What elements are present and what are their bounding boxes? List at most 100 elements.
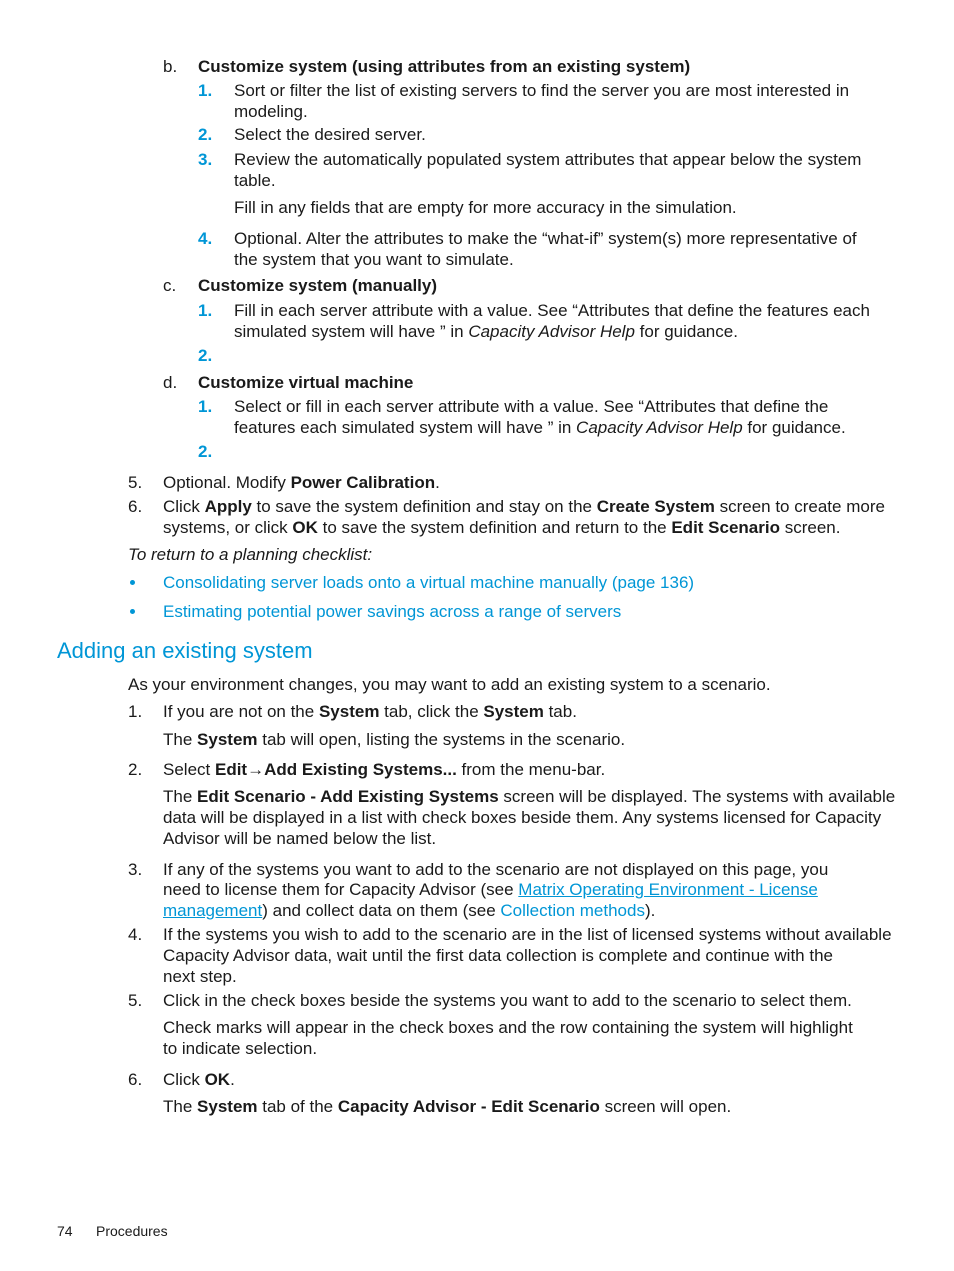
text-run: tab, click the: [379, 702, 484, 721]
step-number: 2.: [198, 346, 213, 365]
license-management-link-cont[interactable]: management: [163, 901, 262, 920]
section-intro: As your environment changes, you may wan…: [128, 675, 771, 694]
step-note: Fill in any fields that are empty for mo…: [234, 198, 737, 217]
text-run: Optional. Modify: [163, 473, 291, 492]
step-note: The System tab of the Capacity Advisor -…: [163, 1096, 731, 1117]
ui-term: System: [197, 730, 258, 749]
ui-term: System: [318, 702, 380, 721]
step-text: Review the automatically populated syste…: [234, 150, 862, 169]
step-text: systems, or click OK to save the system …: [163, 517, 840, 538]
step-text: modeling.: [234, 102, 308, 121]
footer-section: Procedures: [96, 1223, 168, 1239]
text-run: .: [230, 1070, 235, 1089]
substep-b-title: Customize system (using attributes from …: [198, 56, 690, 77]
help-reference: Capacity Advisor Help: [468, 322, 635, 341]
substep-d-title: Customize virtual machine: [198, 372, 413, 393]
checklist-link-item: Estimating potential power savings acros…: [163, 601, 621, 622]
text-run: The: [163, 1097, 198, 1116]
step-number: 3.: [128, 860, 143, 879]
text-run: screen to create more: [714, 497, 885, 516]
text-run: Click: [163, 1070, 205, 1089]
arrow-icon: →: [247, 760, 265, 779]
step-text: Click Apply to save the system definitio…: [163, 496, 885, 517]
help-reference: Capacity Advisor Help: [576, 418, 743, 437]
step-text: Click OK.: [163, 1069, 235, 1090]
step-text: the system that you want to simulate.: [234, 250, 514, 269]
ui-term: Create System: [596, 497, 715, 516]
substep-b-marker: b.: [163, 57, 178, 76]
step-text: If any of the systems you want to add to…: [163, 860, 829, 879]
ui-term: Power Calibration: [290, 473, 436, 492]
text-run: ).: [644, 901, 656, 920]
text-run: systems, or click: [163, 518, 293, 537]
step-number: 2.: [128, 760, 143, 779]
text-run: screen will be displayed. The systems wi…: [498, 787, 896, 806]
ui-term: OK: [292, 518, 318, 537]
text-run: to save the system definition and return…: [317, 518, 672, 537]
text-run: tab will open, listing the systems in th…: [257, 730, 626, 749]
checklist-link-power-savings[interactable]: Estimating potential power savings acros…: [163, 602, 621, 621]
text-run: The: [163, 787, 198, 806]
bullet-icon: [130, 580, 135, 585]
step-note: to indicate selection.: [163, 1039, 318, 1058]
license-management-link[interactable]: Matrix Operating Environment - License: [518, 880, 818, 899]
ui-term: Add Existing Systems...: [264, 760, 457, 779]
step-text: Capacity Advisor data, wait until the fi…: [163, 946, 833, 965]
step-text: Optional. Modify Power Calibration.: [163, 472, 440, 493]
ui-term: Edit: [214, 760, 248, 779]
text-run: screen will open.: [599, 1097, 732, 1116]
step-text: Optional. Alter the attributes to make t…: [234, 229, 857, 248]
checklist-link-consolidating[interactable]: Consolidating server loads onto a virtua…: [163, 573, 694, 592]
page-number: 74: [57, 1223, 73, 1239]
ui-term: Capacity Advisor - Edit Scenario: [337, 1097, 600, 1116]
return-label-text: To return to a planning checklist:: [128, 545, 373, 564]
step-text: Click in the check boxes beside the syst…: [163, 991, 852, 1010]
step-text: Fill in each server attribute with a val…: [234, 301, 870, 320]
step-number: 4.: [198, 229, 213, 248]
text-run: If you are not on the: [163, 702, 319, 721]
substep-c-title: Customize system (manually): [198, 275, 437, 296]
text-run: for guidance.: [742, 418, 846, 437]
collection-methods-link[interactable]: Collection methods: [500, 901, 645, 920]
step-number: 1.: [198, 301, 213, 320]
text-run: Select: [163, 760, 215, 779]
step-text: Select the desired server.: [234, 125, 426, 144]
bullet-icon: [130, 609, 135, 614]
step-text: If the systems you wish to add to the sc…: [163, 925, 892, 944]
return-label: To return to a planning checklist:: [128, 544, 372, 565]
substep-b-title-text: Customize system (using attributes from …: [198, 57, 691, 76]
text-run: from the menu-bar.: [456, 760, 606, 779]
substep-c-marker: c.: [163, 276, 177, 295]
substep-d-marker: d.: [163, 373, 178, 392]
step-text: management) and collect data on them (se…: [163, 900, 655, 921]
checklist-link-item: Consolidating server loads onto a virtua…: [163, 572, 694, 593]
step-note: Advisor will be named below the list.: [163, 829, 437, 848]
text-run: The: [163, 730, 198, 749]
text-run: ) and collect data on them (see: [262, 901, 501, 920]
step-text: Sort or filter the list of existing serv…: [234, 81, 850, 100]
ui-term: Apply: [204, 497, 252, 516]
text-run: for guidance.: [634, 322, 738, 341]
step-number: 2.: [198, 442, 213, 461]
step-number: 5.: [128, 473, 143, 492]
step-text: Select Edit→Add Existing Systems... from…: [163, 759, 605, 780]
text-run: features each simulated system will have…: [234, 418, 577, 437]
step-note: The Edit Scenario - Add Existing Systems…: [163, 786, 895, 807]
step-number: 2.: [198, 125, 213, 144]
step-note: The System tab will open, listing the sy…: [163, 729, 625, 750]
step-text: table.: [234, 171, 276, 190]
step-number: 4.: [128, 925, 143, 944]
substep-c-title-text: Customize system (manually): [198, 276, 438, 295]
step-number: 1.: [198, 81, 213, 100]
text-run: .: [435, 473, 440, 492]
step-text: Select or fill in each server attribute …: [234, 397, 829, 416]
substep-d-title-text: Customize virtual machine: [198, 373, 414, 392]
text-run: simulated system will have ” in: [234, 322, 469, 341]
step-text: If you are not on the System tab, click …: [163, 701, 577, 722]
text-run: screen.: [779, 518, 841, 537]
ui-term: System: [197, 1097, 258, 1116]
step-text: simulated system will have ” in Capacity…: [234, 321, 738, 342]
text-run: tab.: [543, 702, 577, 721]
section-heading: Adding an existing system: [57, 638, 313, 663]
text-run: need to license them for Capacity Adviso…: [163, 880, 519, 899]
